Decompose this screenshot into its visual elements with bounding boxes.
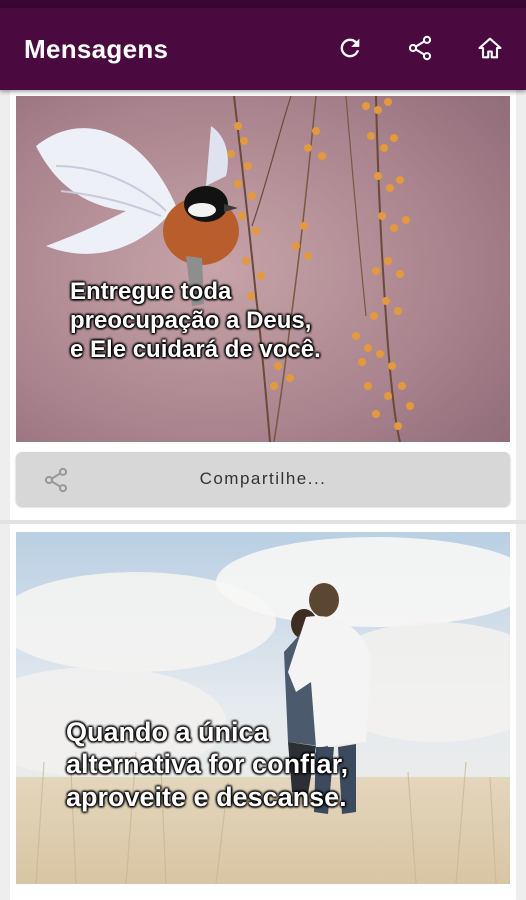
quote-line: preocupação a Deus, — [70, 306, 312, 334]
message-quote: Quando a única alternativa for confiar, … — [66, 716, 348, 813]
share-message-button[interactable]: Compartilhe... — [16, 452, 510, 506]
message-card: Quando a única alternativa for confiar, … — [10, 524, 516, 900]
app-title: Mensagens — [24, 34, 169, 64]
message-image: Entregue toda preocupação a Deus, e Ele … — [16, 96, 510, 442]
quote-line: alternativa for confiar, — [66, 749, 349, 780]
couple-photo — [16, 532, 510, 884]
quote-line: aproveite e descanse. — [66, 781, 347, 812]
quote-line: Quando a única — [66, 717, 269, 747]
message-image: Quando a única alternativa for confiar, … — [16, 532, 510, 884]
status-bar — [0, 0, 526, 8]
bird-photo — [16, 96, 510, 442]
message-feed[interactable]: Entregue toda preocupação a Deus, e Ele … — [0, 90, 526, 900]
share-icon[interactable] — [402, 30, 438, 66]
app-bar: Mensagens — [0, 8, 526, 90]
quote-line: Entregue toda — [70, 278, 232, 305]
quote-line: e Ele cuidará de você. — [70, 335, 321, 363]
refresh-icon[interactable] — [332, 30, 368, 66]
message-quote: Entregue toda preocupação a Deus, e Ele … — [70, 278, 321, 364]
share-label: Compartilhe... — [199, 469, 327, 488]
home-icon[interactable] — [472, 30, 508, 66]
message-card: Entregue toda preocupação a Deus, e Ele … — [10, 90, 516, 520]
